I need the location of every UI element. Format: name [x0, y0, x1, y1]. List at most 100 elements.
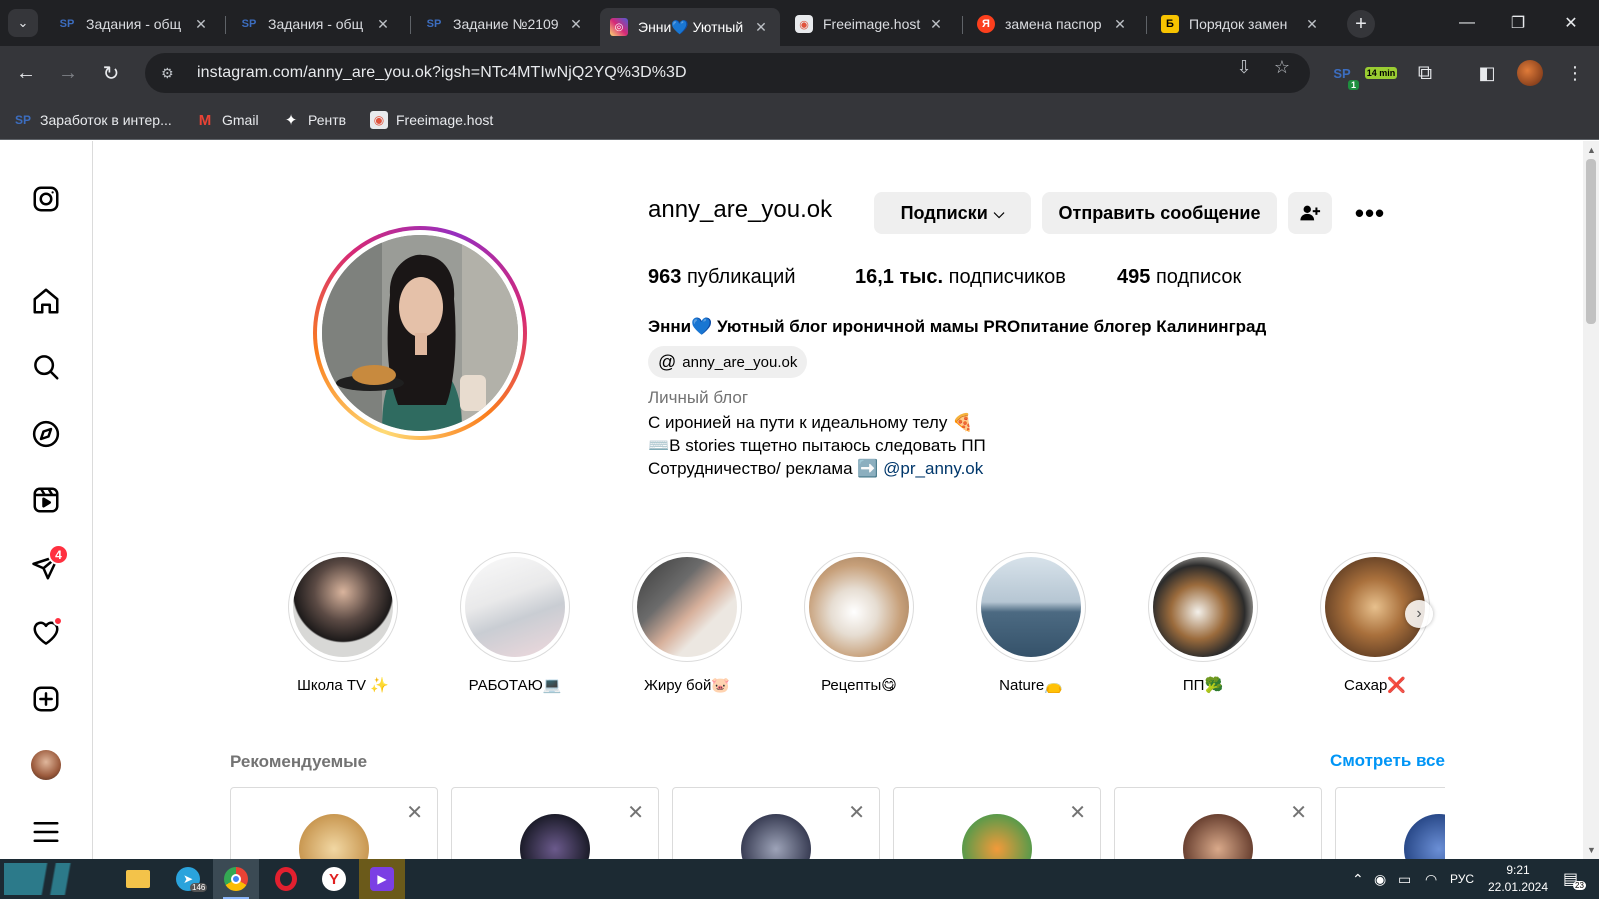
sp-icon: SP: [59, 18, 75, 30]
url-text[interactable]: instagram.com/anny_are_you.ok?igsh=NTc4M…: [197, 64, 687, 82]
highlight-label: ПП🥦: [1182, 677, 1224, 694]
bookmark-star-icon[interactable]: ☆: [1271, 56, 1293, 78]
explore-compass-icon[interactable]: [28, 416, 64, 452]
suggestion-card[interactable]: [1335, 787, 1445, 859]
tab-search-button[interactable]: ⌄: [8, 9, 38, 37]
instagram-sidebar: 4: [0, 141, 93, 859]
close-tab-icon[interactable]: ✕: [567, 16, 585, 33]
tab-instagram-active[interactable]: ◎ Энни💙 Уютный ✕: [600, 8, 780, 46]
suggestion-card[interactable]: ✕: [1114, 787, 1322, 859]
tab-6[interactable]: Я замена паспор ✕: [967, 8, 1139, 40]
start-button[interactable]: [4, 863, 104, 895]
yandex-browser-icon[interactable]: Y: [311, 859, 357, 899]
install-app-icon[interactable]: ⇩: [1233, 56, 1255, 78]
close-window-icon[interactable]: ✕: [1556, 10, 1586, 36]
tab-1[interactable]: SP Задания - общ ✕: [48, 8, 220, 40]
dismiss-close-icon[interactable]: ✕: [1069, 800, 1086, 825]
restore-icon[interactable]: ❐: [1503, 10, 1533, 36]
following-dropdown-button[interactable]: Подписки ⌵: [874, 192, 1031, 234]
close-tab-icon[interactable]: ✕: [927, 16, 945, 33]
close-tab-icon[interactable]: ✕: [192, 16, 210, 33]
more-menu-icon[interactable]: [28, 814, 64, 850]
bookmark-rentv[interactable]: ✦ Рентв: [282, 108, 346, 132]
profile-avatar[interactable]: [1515, 58, 1545, 88]
dismiss-close-icon[interactable]: ✕: [1290, 800, 1307, 825]
highlight-item[interactable]: ПП🥦: [1148, 552, 1258, 694]
tab-5[interactable]: ◉ Freeimage.host ✕: [785, 8, 955, 40]
highlight-item[interactable]: Школа TV ✨: [288, 552, 398, 694]
back-icon[interactable]: ←: [11, 58, 41, 88]
highlights-next-arrow-icon[interactable]: ›: [1405, 600, 1433, 628]
notification-center-icon[interactable]: ▤ 23: [1563, 859, 1586, 899]
dismiss-close-icon[interactable]: ✕: [627, 800, 644, 825]
page-scrollbar[interactable]: ▲ ▼: [1583, 141, 1599, 859]
bookmark-sp[interactable]: SP Заработок в интер...: [14, 108, 172, 132]
opera-icon[interactable]: [263, 859, 309, 899]
suggest-similar-button[interactable]: [1288, 192, 1332, 234]
browser-menu-icon[interactable]: ⋮: [1560, 58, 1590, 88]
options-more-icon[interactable]: •••: [1354, 198, 1386, 228]
timer-extension-icon[interactable]: 14 min: [1364, 58, 1398, 88]
see-all-link[interactable]: Смотреть все: [1330, 751, 1445, 771]
dismiss-close-icon[interactable]: ✕: [406, 800, 423, 825]
scroll-down-icon[interactable]: ▼: [1587, 845, 1596, 855]
close-tab-icon[interactable]: ✕: [1303, 16, 1321, 33]
extensions-puzzle-icon[interactable]: ⧉: [1410, 58, 1440, 88]
clock[interactable]: 9:21 22.01.2024: [1483, 859, 1553, 899]
site-settings-icon[interactable]: ⚙: [161, 65, 181, 82]
side-panel-icon[interactable]: ◧: [1472, 58, 1502, 88]
tab-title: Задания - общ: [86, 16, 182, 32]
suggestion-card[interactable]: ✕: [672, 787, 880, 859]
bookmark-gmail[interactable]: M Gmail: [196, 108, 259, 132]
tab-3[interactable]: SP Задание №2109 ✕: [415, 8, 595, 40]
profile-avatar[interactable]: [28, 747, 64, 783]
threads-link[interactable]: @ anny_are_you.ok: [648, 346, 808, 378]
suggestion-card[interactable]: ✕: [451, 787, 659, 859]
scrollbar-thumb[interactable]: [1586, 159, 1596, 324]
new-tab-button[interactable]: +: [1347, 10, 1375, 38]
tab-2[interactable]: SP Задания - общ ✕: [230, 8, 402, 40]
forward-icon[interactable]: →: [53, 58, 83, 88]
sp-extension-icon[interactable]: SP 1: [1327, 58, 1359, 90]
minimize-icon[interactable]: —: [1452, 10, 1482, 36]
highlight-item[interactable]: Жиру бой🐷: [632, 552, 742, 694]
suggestion-card[interactable]: ✕: [893, 787, 1101, 859]
reload-icon[interactable]: ↻: [96, 58, 126, 88]
scroll-up-icon[interactable]: ▲: [1587, 145, 1596, 155]
telegram-icon[interactable]: ➤ 146: [165, 859, 211, 899]
home-icon[interactable]: [28, 283, 64, 319]
wifi-icon[interactable]: ◠: [1425, 859, 1437, 899]
address-bar[interactable]: ⚙ instagram.com/anny_are_you.ok?igsh=NTc…: [145, 53, 1310, 93]
battery-icon[interactable]: ▭: [1398, 859, 1411, 899]
search-icon[interactable]: [28, 349, 64, 385]
language-indicator[interactable]: РУС: [1450, 859, 1474, 899]
highlight-item[interactable]: Рецепты😋: [804, 552, 914, 694]
tab-7[interactable]: Б Порядок замен ✕: [1151, 8, 1331, 40]
close-tab-icon[interactable]: ✕: [374, 16, 392, 33]
profile-photo: [322, 235, 518, 431]
profile-avatar-story-ring[interactable]: [313, 226, 527, 440]
close-tab-icon[interactable]: ✕: [1111, 16, 1129, 33]
tray-app-icon[interactable]: ◉: [1374, 859, 1386, 899]
chrome-icon[interactable]: [213, 859, 259, 899]
dismiss-close-icon[interactable]: ✕: [848, 800, 865, 825]
following-count[interactable]: 495 подписок: [1117, 266, 1241, 289]
create-plus-icon[interactable]: [28, 681, 64, 717]
tab-title: Freeimage.host: [823, 16, 921, 32]
highlight-item[interactable]: РАБОТАЮ💻: [460, 552, 570, 694]
tray-overflow-icon[interactable]: ⌃: [1352, 859, 1364, 899]
followers-count[interactable]: 16,1 тыс. подписчиков: [855, 266, 1066, 289]
messages-badge: 4: [48, 544, 69, 565]
close-tab-icon[interactable]: ✕: [752, 19, 770, 36]
instagram-logo-icon[interactable]: [28, 181, 64, 217]
file-explorer-icon[interactable]: [115, 859, 161, 899]
bio-mention-link[interactable]: @pr_anny.ok: [883, 459, 983, 478]
telegram-badge: 146: [190, 883, 208, 892]
highlight-item[interactable]: Nature👝: [976, 552, 1086, 694]
media-app-icon[interactable]: ▶: [359, 859, 405, 899]
bookmark-freeimage[interactable]: ◉ Freeimage.host: [370, 108, 493, 132]
suggestion-card[interactable]: ✕: [230, 787, 438, 859]
posts-count[interactable]: 963 публикаций: [648, 266, 796, 289]
reels-icon[interactable]: [28, 482, 64, 518]
send-message-button[interactable]: Отправить сообщение: [1042, 192, 1277, 234]
